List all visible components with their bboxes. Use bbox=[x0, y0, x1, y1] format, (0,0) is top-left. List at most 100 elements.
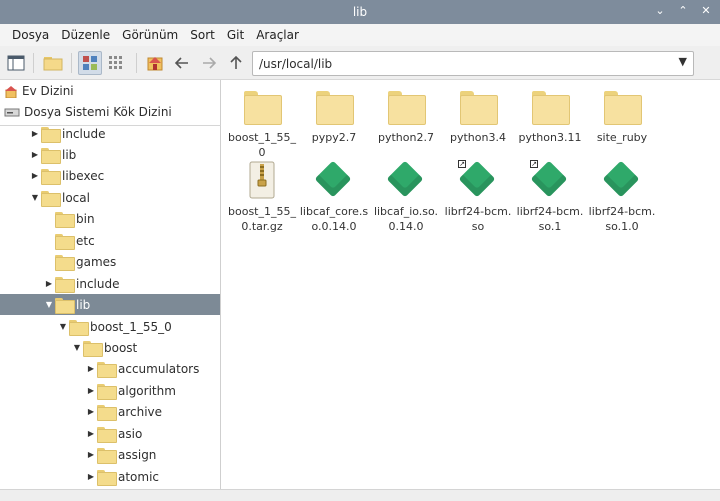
menu-dosya[interactable]: Dosya bbox=[6, 28, 55, 42]
menu-araclar[interactable]: Araçlar bbox=[250, 28, 305, 42]
file-item[interactable]: libcaf_io.so.0.14.0 bbox=[370, 160, 442, 234]
icon-view-icon bbox=[83, 56, 97, 70]
tree-item-label: include bbox=[62, 126, 106, 141]
tree-item[interactable]: etc bbox=[0, 230, 220, 251]
tree-item-label: lib bbox=[76, 297, 91, 312]
expander-right-icon[interactable]: ▶ bbox=[86, 466, 96, 487]
shared-library-icon bbox=[386, 160, 426, 200]
close-icon[interactable]: ✕ bbox=[698, 3, 714, 19]
menu-duzenle[interactable]: Düzenle bbox=[55, 28, 116, 42]
tree-item-label: archive bbox=[118, 404, 163, 419]
compact-view-button[interactable] bbox=[104, 51, 128, 75]
folder-icon bbox=[41, 147, 61, 164]
folder-icon bbox=[41, 190, 61, 207]
sidebar-toggle-button[interactable] bbox=[4, 51, 28, 75]
expander-down-icon[interactable]: ▼ bbox=[58, 316, 68, 337]
maximize-icon[interactable]: ⌃ bbox=[675, 3, 691, 19]
tree-item[interactable]: ▼ boost bbox=[0, 337, 220, 358]
new-folder-button[interactable] bbox=[41, 51, 65, 75]
file-name: python2.7 bbox=[378, 131, 434, 144]
path-input[interactable]: /usr/local/lib ▼ bbox=[252, 51, 694, 76]
folder-icon bbox=[97, 404, 117, 421]
folder-icon bbox=[55, 254, 75, 271]
menu-sort[interactable]: Sort bbox=[184, 28, 221, 42]
window-titlebar: lib ⌄ ⌃ ✕ bbox=[0, 0, 720, 24]
minimize-icon[interactable]: ⌄ bbox=[652, 3, 668, 19]
expander-down-icon[interactable]: ▼ bbox=[44, 294, 54, 315]
arrow-left-icon bbox=[174, 57, 188, 69]
file-item[interactable]: site_ruby bbox=[586, 86, 658, 145]
expander-right-icon[interactable]: ▶ bbox=[86, 380, 96, 401]
file-item[interactable]: python3.11 bbox=[514, 86, 586, 145]
shared-library-icon bbox=[602, 160, 642, 200]
file-item[interactable]: python3.4 bbox=[442, 86, 514, 145]
expander-right-icon[interactable]: ▶ bbox=[30, 144, 40, 165]
tree-item[interactable]: ▶ lib bbox=[0, 144, 220, 165]
drive-icon bbox=[4, 108, 20, 117]
tree-item[interactable]: ▶ include bbox=[0, 273, 220, 294]
file-name: python3.11 bbox=[518, 131, 582, 144]
tree-item[interactable]: ▶ algorithm bbox=[0, 380, 220, 401]
expander-right-icon[interactable]: ▶ bbox=[86, 423, 96, 444]
tree-item-label: local bbox=[62, 190, 90, 205]
expander-right-icon[interactable]: ▶ bbox=[86, 444, 96, 465]
expander-right-icon[interactable]: ▶ bbox=[86, 358, 96, 379]
file-item[interactable]: libcaf_core.so.0.14.0 bbox=[298, 160, 370, 234]
directory-tree: ▶ include ▶ lib ▶ libexec ▼ local bin etc ga… bbox=[0, 126, 221, 489]
tree-item[interactable]: ▶ include bbox=[0, 126, 220, 144]
tree-item-label: atomic bbox=[118, 469, 160, 484]
home-button[interactable] bbox=[143, 51, 167, 75]
place-root-label: Dosya Sistemi Kök Dizini bbox=[24, 105, 172, 119]
expander-down-icon[interactable]: ▼ bbox=[72, 337, 82, 358]
expander-right-icon[interactable]: ▶ bbox=[44, 273, 54, 294]
file-item[interactable]: librf24-bcm.so.1.0 bbox=[586, 160, 658, 234]
forward-button[interactable] bbox=[197, 51, 221, 75]
folder-icon bbox=[43, 57, 63, 71]
icon-view-button[interactable] bbox=[78, 51, 102, 75]
folder-icon bbox=[386, 86, 426, 126]
tree-item[interactable]: ▶ asio bbox=[0, 423, 220, 444]
tree-item[interactable]: ▼ local bbox=[0, 187, 220, 208]
file-item[interactable]: ↗ librf24-bcm.so.1 bbox=[514, 160, 586, 234]
menu-gorunum[interactable]: Görünüm bbox=[116, 28, 184, 42]
back-button[interactable] bbox=[170, 51, 194, 75]
tree-item[interactable]: ▶ libexec bbox=[0, 165, 220, 186]
list-view-icon bbox=[109, 56, 122, 69]
file-name: pypy2.7 bbox=[311, 131, 357, 144]
file-name: librf24-bcm.so.1.0 bbox=[588, 205, 656, 233]
tree-item-selected[interactable]: ▼ lib bbox=[0, 294, 220, 315]
file-name: libcaf_core.so.0.14.0 bbox=[299, 205, 369, 233]
tree-item[interactable]: ▶ archive bbox=[0, 401, 220, 422]
tree-item-label: libexec bbox=[62, 168, 105, 183]
tree-item[interactable]: bin bbox=[0, 208, 220, 229]
folder-icon bbox=[97, 447, 117, 464]
place-root[interactable]: Dosya Sistemi Kök Dizini bbox=[4, 102, 172, 122]
tree-item-label: games bbox=[76, 254, 117, 269]
menu-git[interactable]: Git bbox=[221, 28, 250, 42]
tree-item[interactable]: ▶ atomic bbox=[0, 466, 220, 487]
file-item[interactable]: boost_1_55_0 bbox=[226, 86, 298, 160]
tree-item-label: accumulators bbox=[118, 361, 200, 376]
folder-icon bbox=[83, 340, 103, 357]
file-item[interactable]: boost_1_55_0.tar.gz bbox=[226, 160, 298, 234]
file-name: librf24-bcm.so bbox=[444, 205, 512, 233]
expander-down-icon[interactable]: ▼ bbox=[30, 187, 40, 208]
tree-item[interactable]: ▶ assign bbox=[0, 444, 220, 465]
folder-icon bbox=[97, 361, 117, 378]
file-item[interactable]: python2.7 bbox=[370, 86, 442, 145]
tree-item[interactable]: games bbox=[0, 251, 220, 272]
place-home[interactable]: Ev Dizini bbox=[4, 81, 74, 101]
folder-icon bbox=[55, 297, 75, 314]
expander-right-icon[interactable]: ▶ bbox=[30, 126, 40, 144]
places-panel: Ev Dizini Dosya Sistemi Kök Dizini bbox=[0, 80, 221, 126]
tree-item[interactable]: ▶ accumulators bbox=[0, 358, 220, 379]
file-name: python3.4 bbox=[450, 131, 506, 144]
window-controls: ⌄ ⌃ ✕ bbox=[652, 3, 714, 19]
expander-right-icon[interactable]: ▶ bbox=[86, 401, 96, 422]
file-item[interactable]: pypy2.7 bbox=[298, 86, 370, 145]
tree-item[interactable]: ▼ boost_1_55_0 bbox=[0, 316, 220, 337]
file-item[interactable]: ↗ librf24-bcm.so bbox=[442, 160, 514, 234]
chevron-down-icon[interactable]: ▼ bbox=[679, 55, 687, 68]
expander-right-icon[interactable]: ▶ bbox=[30, 165, 40, 186]
up-button[interactable] bbox=[224, 51, 248, 75]
